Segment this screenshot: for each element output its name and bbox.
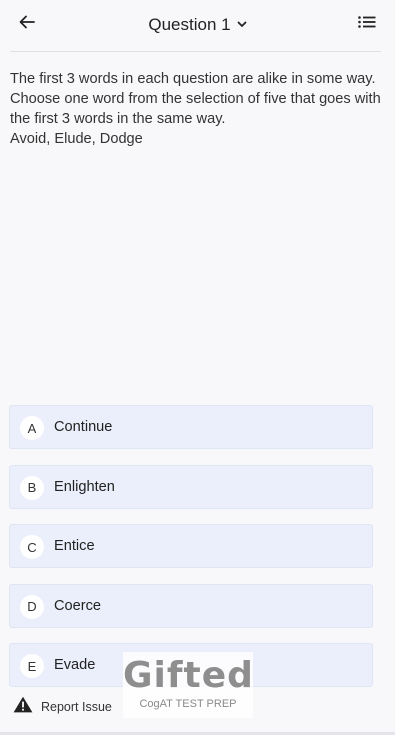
question-text: The first 3 words in each question are a… (10, 69, 382, 149)
question-selector[interactable]: Question 1 (0, 13, 395, 35)
app-screen: Question 1 The first 3 words in each que… (0, 0, 395, 735)
option-letter: D (20, 594, 44, 619)
watermark-brand: Gifted (123, 655, 254, 696)
report-issue-button[interactable]: Report Issue (13, 696, 112, 718)
option-letter: C (20, 535, 44, 559)
chevron-down-icon (237, 13, 247, 33)
option-letter: E (20, 654, 44, 678)
brand-watermark: Gifted CogAT TEST PREP (123, 652, 253, 718)
option-label: Evade (54, 657, 96, 673)
option-a[interactable]: A Continue (9, 405, 373, 449)
option-label: Coerce (54, 597, 102, 614)
list-icon (358, 15, 376, 33)
question-list-button[interactable] (357, 14, 377, 34)
option-label: Enlighten (54, 478, 115, 495)
question-words: Avoid, Elude, Dodge (10, 131, 143, 147)
header-divider (10, 51, 381, 52)
option-letter: A (20, 416, 44, 440)
option-d[interactable]: D Coerce (9, 583, 373, 628)
warning-icon (13, 696, 33, 718)
page-title: Question 1 (148, 15, 231, 34)
report-issue-label: Report Issue (41, 700, 112, 714)
option-label: Continue (54, 419, 113, 435)
option-c[interactable]: C Entice (9, 524, 373, 568)
question-prompt: The first 3 words in each question are a… (10, 71, 381, 127)
header-bar: Question 1 (0, 0, 395, 50)
option-letter: B (20, 475, 44, 500)
watermark-tagline: CogAT TEST PREP (139, 698, 237, 710)
option-label: Entice (54, 538, 95, 554)
option-b[interactable]: B Enlighten (9, 464, 373, 509)
